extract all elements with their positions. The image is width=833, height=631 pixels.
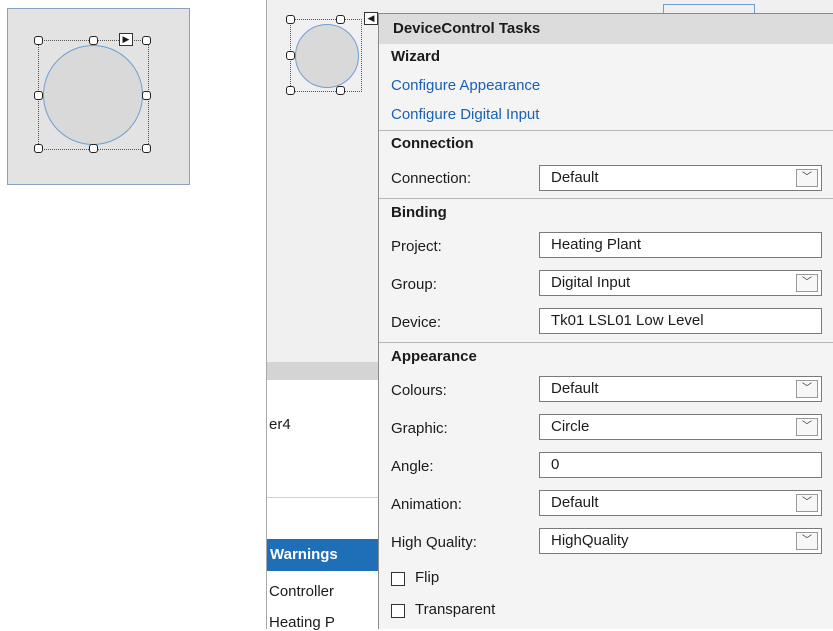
transparent-checkbox[interactable] (391, 604, 405, 618)
chevron-down-icon[interactable]: ﹀ (796, 380, 818, 398)
component-outline (663, 4, 755, 13)
smart-tag-close-icon[interactable]: ◀ (364, 12, 378, 25)
animation-value: Default (551, 494, 599, 511)
connection-label: Connection: (391, 170, 472, 187)
list-item[interactable]: Controller (269, 583, 334, 600)
animation-label: Animation: (391, 496, 462, 513)
angle-label: Angle: (391, 458, 434, 475)
flip-label[interactable]: Flip (415, 569, 439, 586)
connection-select[interactable]: Default ﹀ (539, 165, 822, 191)
project-field[interactable]: Heating Plant (539, 232, 822, 258)
resize-handle-top[interactable] (89, 36, 98, 45)
binding-heading: Binding (391, 204, 447, 221)
divider (379, 198, 833, 199)
graphic-value: Circle (551, 418, 590, 435)
device-label: Device: (391, 314, 442, 331)
colours-value: Default (551, 380, 599, 397)
chevron-down-icon[interactable]: ﹀ (796, 418, 818, 436)
resize-handle-top[interactable] (336, 15, 345, 24)
divider (379, 342, 833, 343)
resize-handle-bottom[interactable] (336, 86, 345, 95)
group-select[interactable]: Digital Input ﹀ (539, 270, 822, 296)
resize-handle-bottom-left[interactable] (286, 86, 295, 95)
device-field[interactable]: Tk01 LSL01 Low Level (539, 308, 822, 334)
item-label: er4 (269, 416, 291, 433)
project-value: Heating Plant (551, 236, 642, 253)
resize-handle-top-left[interactable] (286, 15, 295, 24)
high-quality-label: High Quality: (391, 534, 477, 551)
group-value: Digital Input (551, 274, 631, 291)
resize-handle-bottom-left[interactable] (34, 144, 43, 153)
tab-warnings[interactable]: Warnings (267, 539, 380, 571)
resize-handle-bottom-right[interactable] (142, 144, 151, 153)
panel-title: DeviceControl Tasks (379, 14, 833, 44)
resize-handle-top-right[interactable] (142, 36, 151, 45)
high-quality-select[interactable]: HighQuality ﹀ (539, 528, 822, 554)
angle-field[interactable]: 0 (539, 452, 822, 478)
resize-handle-top-left[interactable] (34, 36, 43, 45)
connection-value: Default (551, 169, 599, 186)
device-control-preview[interactable]: ▶ (7, 8, 190, 185)
list-item[interactable]: Heating P (269, 614, 335, 631)
animation-select[interactable]: Default ﹀ (539, 490, 822, 516)
graphic-label: Graphic: (391, 420, 448, 437)
colours-select[interactable]: Default ﹀ (539, 376, 822, 402)
colours-label: Colours: (391, 382, 447, 399)
flip-checkbox[interactable] (391, 572, 405, 586)
smart-tag-open-icon[interactable]: ▶ (119, 33, 133, 46)
chevron-down-icon[interactable]: ﹀ (796, 494, 818, 512)
device-value: Tk01 LSL01 Low Level (551, 312, 704, 329)
graphic-select[interactable]: Circle ﹀ (539, 414, 822, 440)
chevron-down-icon[interactable]: ﹀ (796, 274, 818, 292)
divider (379, 130, 833, 131)
chevron-down-icon[interactable]: ﹀ (796, 169, 818, 187)
device-control-tasks-panel: DeviceControl Tasks Wizard Configure App… (378, 13, 833, 629)
transparent-label[interactable]: Transparent (415, 601, 495, 618)
resize-handle-right[interactable] (142, 91, 151, 100)
angle-value: 0 (551, 456, 560, 473)
wizard-heading: Wizard (391, 48, 441, 65)
high-quality-value: HighQuality (551, 532, 629, 549)
chevron-down-icon[interactable]: ﹀ (796, 532, 818, 550)
configure-digital-input-link[interactable]: Configure Digital Input (379, 106, 833, 123)
circle-graphic[interactable] (295, 24, 359, 88)
appearance-heading: Appearance (391, 348, 477, 365)
configure-appearance-link[interactable]: Configure Appearance (379, 77, 833, 94)
group-label: Group: (391, 276, 437, 293)
circle-graphic[interactable] (43, 45, 143, 145)
project-label: Project: (391, 238, 442, 255)
resize-handle-left[interactable] (286, 51, 295, 60)
resize-handle-bottom[interactable] (89, 144, 98, 153)
connection-heading: Connection (391, 135, 474, 152)
resize-handle-left[interactable] (34, 91, 43, 100)
